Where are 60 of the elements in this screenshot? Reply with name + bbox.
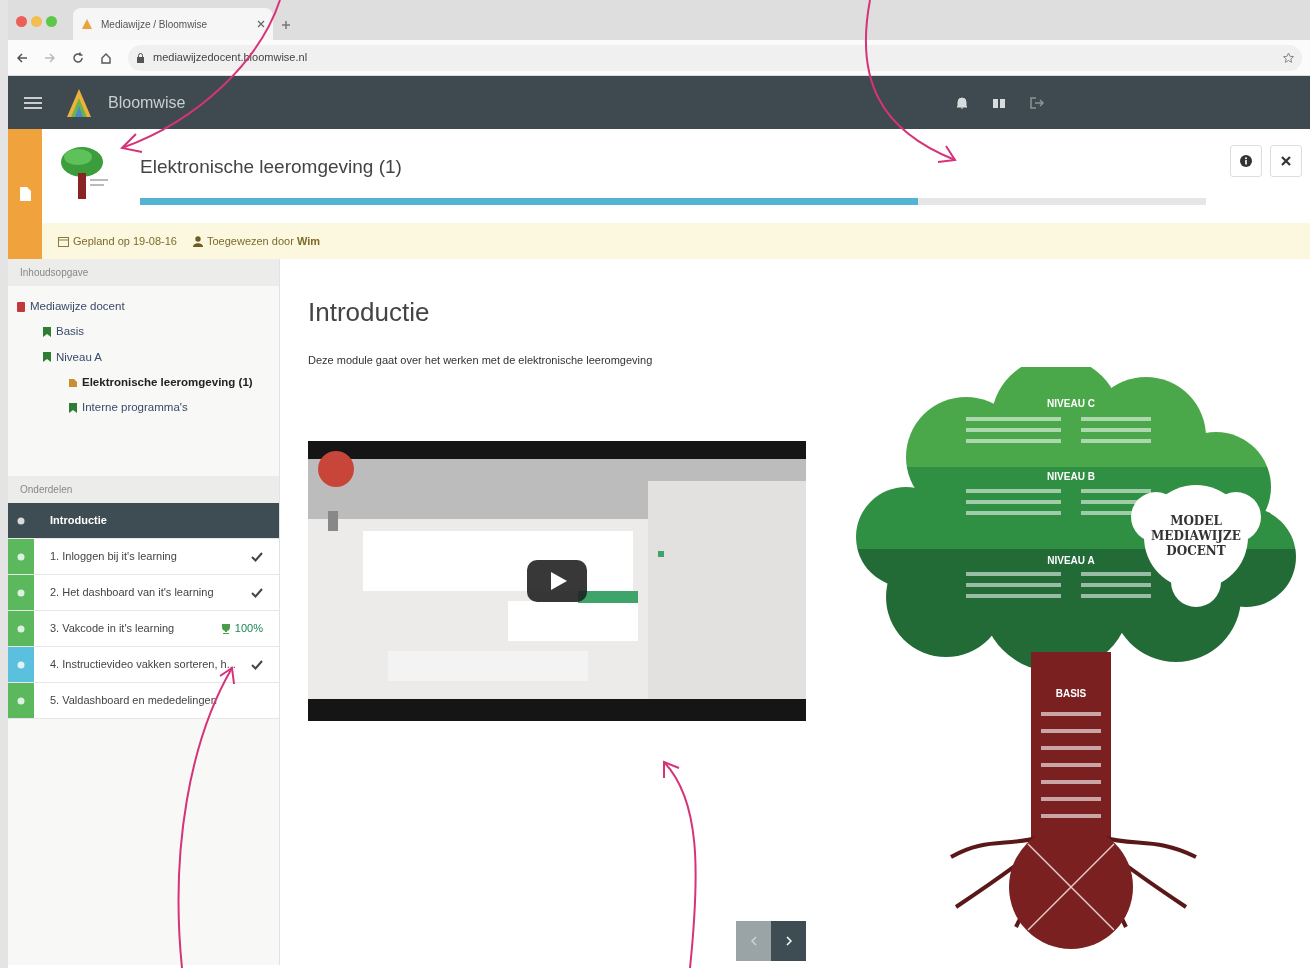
toc-item[interactable]: Elektronische leeromgeving (1)	[16, 369, 271, 395]
trunk-label: BASIS	[1055, 688, 1087, 699]
toc-item[interactable]: Niveau A	[16, 344, 271, 370]
model-label: MODEL MEDIAWIJZE DOCENT	[1151, 514, 1241, 558]
logo-icon[interactable]	[66, 87, 92, 118]
dot-icon	[17, 588, 25, 597]
reload-icon[interactable]	[72, 51, 84, 64]
browser-tab[interactable]: Mediawijze / Bloomwise	[73, 8, 273, 40]
chevron-right-icon	[785, 935, 792, 946]
level-label: NIVEAU B	[1047, 471, 1095, 482]
close-icon	[1281, 156, 1291, 166]
level-icon	[68, 401, 78, 414]
course-icon	[16, 300, 26, 313]
info-icon	[1240, 155, 1252, 167]
star-icon[interactable]	[1283, 52, 1294, 63]
lock-icon	[136, 52, 145, 63]
close-icon[interactable]	[257, 20, 265, 28]
back-icon[interactable]	[16, 51, 28, 64]
level-label: NIVEAU C	[1047, 398, 1095, 409]
sidebar-heading: Onderdelen	[8, 476, 279, 503]
part-item[interactable]: 4. Instructievideo vakken sorteren, h...	[8, 647, 279, 683]
close-button[interactable]	[1270, 145, 1302, 177]
planned-date: Gepland op 19-08-16	[73, 233, 177, 249]
part-item[interactable]: Introductie	[8, 503, 279, 539]
page-heading: Introductie	[308, 297, 431, 329]
module-title: Elektronische leeromgeving (1)	[140, 155, 403, 179]
level-label: NIVEAU A	[1047, 555, 1095, 566]
sidebar-heading: Inhoudsopgave	[8, 259, 279, 286]
home-icon[interactable]	[100, 51, 112, 64]
menu-icon[interactable]	[24, 95, 42, 110]
dot-icon	[17, 552, 25, 561]
dot-icon	[17, 624, 25, 633]
favicon-icon	[81, 18, 93, 30]
level-icon	[42, 351, 52, 364]
next-button[interactable]	[771, 920, 806, 961]
assigned-by: Toegewezen door Wim	[206, 233, 320, 249]
toc-item[interactable]: Mediawijze docent	[16, 294, 271, 320]
chevron-left-icon	[750, 935, 757, 946]
dot-icon	[17, 696, 25, 705]
info-button[interactable]	[1230, 145, 1262, 177]
book-icon[interactable]	[992, 96, 1006, 109]
level-icon	[42, 325, 52, 338]
calendar-icon	[58, 235, 69, 247]
toc-item[interactable]: Interne programma's	[16, 395, 271, 421]
intro-text: Deze module gaat over het werken met de elektronische leeromgeving	[308, 353, 654, 369]
dot-icon	[17, 660, 25, 669]
dot-icon	[17, 516, 25, 525]
part-item[interactable]: 2. Het dashboard van it's learning	[8, 575, 279, 611]
brand-name[interactable]: Bloomwise	[108, 90, 186, 115]
new-tab-icon[interactable]	[281, 20, 291, 30]
document-icon	[19, 187, 31, 201]
user-icon	[192, 235, 203, 247]
score-text: 100%	[234, 621, 263, 637]
part-item[interactable]: 3. Vakcode in it's learning 100%	[8, 611, 279, 647]
part-item[interactable]: 1. Inloggen bij it's learning	[8, 539, 279, 575]
toc-item[interactable]: Basis	[16, 319, 271, 345]
bell-icon[interactable]	[956, 96, 968, 109]
module-icon	[68, 376, 78, 389]
sign-out-icon[interactable]	[1030, 96, 1044, 109]
trophy-icon	[220, 623, 231, 634]
